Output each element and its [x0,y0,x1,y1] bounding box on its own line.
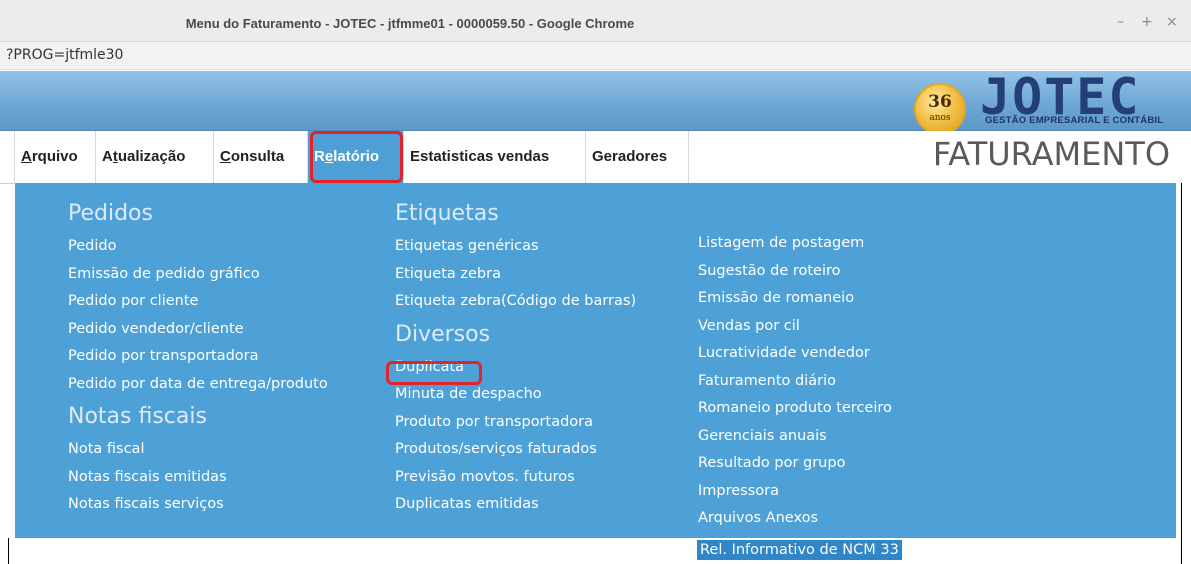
logo-brand: JOTEC [980,68,1141,126]
jotec-logo: JOTEC GESTÃO EMPRESARIAL E CONTÁBIL [980,68,1185,130]
menu-consulta[interactable]: Consulta [214,131,308,183]
anniversary-badge-icon: 36 anos [914,83,966,135]
menu-link-previsao-movtos-futuros[interactable]: Previsão movtos. futuros [395,464,636,492]
menu-link-lucratividade-vendedor[interactable]: Lucratividade vendedor [698,340,892,368]
menu-link-rel-informativo-ncm[interactable]: Rel. Informativo de NCM 33 [697,540,902,560]
logo-tagline: GESTÃO EMPRESARIAL E CONTÁBIL [985,115,1164,126]
menu-label-accel: C [220,148,231,165]
menu-link-pedido-por-cliente[interactable]: Pedido por cliente [68,288,328,316]
section-title-diversos: Diversos [395,321,491,347]
menu-label-post: ualização [117,148,186,165]
menu-estatisticas-vendas[interactable]: Estatisticas vendas [404,131,586,183]
url-text: ?PROG=jtfmle30 [6,47,124,63]
menu-arquivo[interactable]: Arquivo [14,131,96,183]
section-title-notas-fiscais: Notas fiscais [68,404,207,429]
menu-link-pedido[interactable]: Pedido [68,233,328,261]
menu-link-romaneio-produto-terceiro[interactable]: Romaneio produto terceiro [698,395,892,423]
browser-title-bar: Menu do Faturamento - JOTEC - jtfmme01 -… [0,0,1191,42]
menu-label-pre: A [102,148,113,165]
menu-link-produtos-servicos-faturados[interactable]: Produtos/serviços faturados [395,436,636,464]
menu-link-pedido-por-transportadora[interactable]: Pedido por transportadora [68,343,328,371]
menu-column-1: Pedidos Pedido Emissão de pedido gráfico… [68,195,328,519]
menu-column-2: Etiquetas Etiquetas genéricas Etiqueta z… [395,195,636,519]
minimize-icon[interactable]: – [1117,14,1124,30]
menu-link-sugestao-roteiro[interactable]: Sugestão de roteiro [698,258,892,286]
divider [1181,183,1182,564]
menu-atualizacao[interactable]: Atualização [96,131,214,183]
menu-link-faturamento-diario[interactable]: Faturamento diário [698,368,892,396]
menu-link-pedido-vendedor-cliente[interactable]: Pedido vendedor/cliente [68,316,328,344]
highlight-duplicata-box [386,361,482,385]
menu-link-minuta-despacho[interactable]: Minuta de despacho [395,381,636,409]
relatorio-dropdown-panel: Pedidos Pedido Emissão de pedido gráfico… [15,183,1176,538]
window-title: Menu do Faturamento - JOTEC - jtfmme01 -… [185,16,635,31]
app-header: 36 anos JOTEC GESTÃO EMPRESARIAL E CONTÁ… [0,68,1191,135]
section-title-pedidos: Pedidos [68,201,153,226]
divider [8,538,9,564]
maximize-icon[interactable]: + [1141,14,1153,30]
menu-link-etiqueta-zebra[interactable]: Etiqueta zebra [395,261,636,289]
badge-text: anos [929,113,951,123]
menu-label-post: rquivo [31,148,78,165]
address-bar[interactable]: ?PROG=jtfmle30 [0,42,1191,70]
menu-link-gerenciais-anuais[interactable]: Gerenciais anuais [698,423,892,451]
menu-link-etiquetas-genericas[interactable]: Etiquetas genéricas [395,233,636,261]
menu-link-impressora[interactable]: Impressora [698,478,892,506]
menu-link-produto-por-transportadora[interactable]: Produto por transportadora [395,409,636,437]
badge-number: 36 [928,92,952,112]
menu-link-etiqueta-zebra-codigo-barras[interactable]: Etiqueta zebra(Código de barras) [395,288,636,316]
section-title-etiquetas: Etiquetas [395,201,499,226]
menu-link-listagem-postagem[interactable]: Listagem de postagem [698,230,892,258]
menu-label-accel: A [21,148,32,165]
menu-bar: Arquivo Atualização Consulta Relatório E… [0,131,1191,184]
menu-label-post: onsulta [230,148,285,165]
menu-link-emissao-pedido-grafico[interactable]: Emissão de pedido gráfico [68,261,328,289]
menu-link-emissao-romaneio[interactable]: Emissão de romaneio [698,285,892,313]
module-title: FATURAMENTO [932,135,1170,173]
menu-link-arquivos-anexos[interactable]: Arquivos Anexos [698,505,892,533]
close-icon[interactable]: × [1166,14,1178,30]
menu-geradores[interactable]: Geradores [586,131,689,183]
menu-link-resultado-por-grupo[interactable]: Resultado por grupo [698,450,892,478]
menu-link-notas-fiscais-servicos[interactable]: Notas fiscais serviços [68,491,328,519]
menu-link-duplicatas-emitidas[interactable]: Duplicatas emitidas [395,491,636,519]
menu-link-nota-fiscal[interactable]: Nota fiscal [68,436,328,464]
menu-column-3: Listagem de postagem Sugestão de roteiro… [698,230,892,533]
menu-link-pedido-por-data-entrega[interactable]: Pedido por data de entrega/produto [68,371,328,399]
menu-link-vendas-por-cil[interactable]: Vendas por cil [698,313,892,341]
menu-label-post: Estatisticas vendas [410,148,550,165]
divider [0,183,14,184]
menu-label-post: Geradores [592,148,668,165]
menu-link-notas-fiscais-emitidas[interactable]: Notas fiscais emitidas [68,464,328,492]
highlight-relatorio-box [310,131,403,183]
